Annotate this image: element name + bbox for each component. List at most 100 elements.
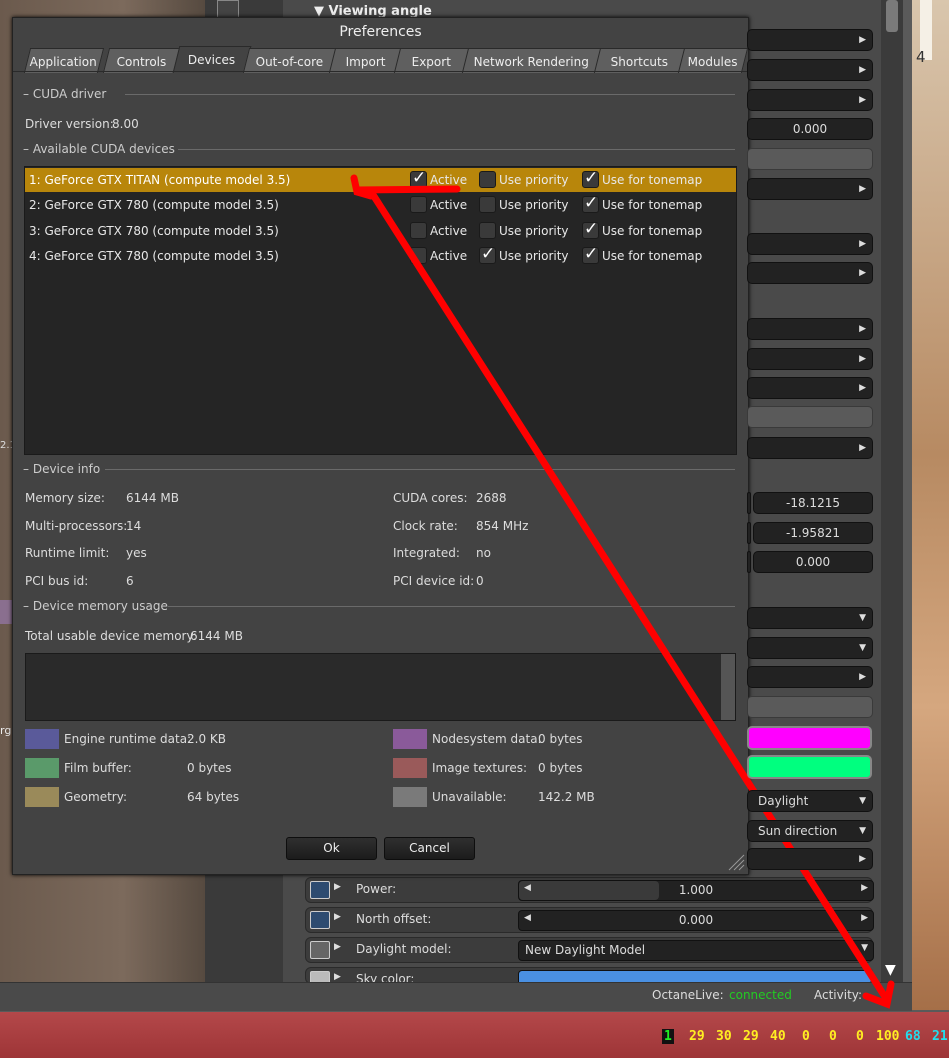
checkbox-active[interactable]: ✓	[410, 168, 427, 188]
dropdown-field[interactable]: ▼	[747, 637, 873, 659]
chevron-down-icon[interactable]: ▼	[861, 943, 868, 953]
slider-right-icon[interactable]: ▶	[861, 913, 868, 923]
checkbox-priority[interactable]	[479, 196, 496, 214]
dropdown-field[interactable]: Daylight ▼	[747, 790, 873, 812]
tab-export[interactable]: Export	[393, 48, 471, 73]
param-row-daylight-model[interactable]: ▶ Daylight model: New Daylight Model ▼	[305, 937, 874, 963]
numeric-field[interactable]: 0.000	[747, 118, 873, 140]
expand-arrow-icon[interactable]: ▶	[859, 30, 866, 50]
expand-icon[interactable]: ▶	[334, 912, 341, 922]
tab-network-rendering[interactable]: Network Rendering	[461, 48, 603, 73]
attribute-panel-scrollbar[interactable]: ▼	[881, 0, 903, 982]
checkbox-tonemap[interactable]: ✓	[582, 244, 599, 264]
chevron-down-icon[interactable]: ▼	[859, 821, 866, 841]
tray-indicator[interactable]: 30	[716, 1029, 732, 1044]
numeric-field-prefix[interactable]	[747, 492, 751, 514]
checkbox-tonemap[interactable]: ✓	[582, 219, 599, 239]
north-offset-slider[interactable]: ◀ 0.000 ▶	[518, 910, 874, 931]
device-row[interactable]: 1: GeForce GTX TITAN (compute model 3.5)…	[25, 168, 736, 192]
toolbar-icon[interactable]	[217, 0, 239, 18]
dropdown-field[interactable]: ▶	[747, 29, 873, 51]
dropdown-field[interactable]: ▶	[747, 89, 873, 111]
expand-icon[interactable]: ▶	[334, 972, 341, 982]
expand-icon[interactable]: ▶	[334, 942, 341, 952]
resize-grip-icon[interactable]	[725, 851, 745, 871]
expand-arrow-icon[interactable]: ▶	[859, 438, 866, 458]
dropdown-field[interactable]: ▶	[747, 437, 873, 459]
numeric-field-prefix[interactable]	[747, 551, 751, 573]
checkbox-tonemap[interactable]: ✓	[582, 193, 599, 214]
tab-import[interactable]: Import	[328, 48, 403, 73]
curve-icon[interactable]	[310, 911, 330, 929]
tray-indicator[interactable]: 29	[743, 1029, 759, 1044]
dropdown-field[interactable]: ▶	[747, 848, 873, 870]
tray-indicator[interactable]: 0	[802, 1029, 810, 1044]
tab-shortcuts[interactable]: Shortcuts	[593, 48, 687, 73]
color-swatch-green[interactable]	[747, 755, 872, 779]
dropdown-field[interactable]: ▼	[747, 607, 873, 629]
expand-arrow-icon[interactable]: ▶	[859, 234, 866, 254]
expand-arrow-icon[interactable]: ▶	[859, 179, 866, 199]
chevron-down-icon[interactable]: ▼	[859, 791, 866, 811]
dropdown-field[interactable]: ▶	[747, 233, 873, 255]
panel-button[interactable]	[747, 406, 873, 428]
checkbox-priority[interactable]: ✓	[479, 244, 496, 264]
checkbox-active[interactable]	[410, 221, 427, 239]
dropdown-field[interactable]: ▶	[747, 262, 873, 284]
panel-button[interactable]	[747, 148, 873, 170]
dropdown-field[interactable]: ▶	[747, 178, 873, 200]
expand-arrow-icon[interactable]: ▶	[859, 667, 866, 687]
tab-devices[interactable]: Devices	[172, 46, 252, 73]
expand-arrow-icon[interactable]: ▶	[859, 849, 866, 869]
dropdown-field[interactable]: ▶	[747, 377, 873, 399]
dropdown-field[interactable]: Sun direction ▼	[747, 820, 873, 842]
device-row[interactable]: 2: GeForce GTX 780 (compute model 3.5) Ac…	[25, 193, 736, 217]
expand-arrow-icon[interactable]: ▶	[859, 263, 866, 283]
expand-arrow-icon[interactable]: ▶	[859, 60, 866, 80]
power-slider[interactable]: ◀ 1.000 ▶	[518, 880, 874, 901]
checkbox-priority[interactable]	[479, 171, 496, 188]
checkbox-active[interactable]	[410, 246, 427, 264]
slider-right-icon[interactable]: ▶	[861, 883, 868, 893]
dropdown-field[interactable]: ▶	[747, 318, 873, 340]
checkbox-tonemap[interactable]: ✓	[582, 168, 599, 188]
tray-indicator[interactable]: 21	[932, 1029, 948, 1044]
dropdown-field[interactable]: ▶	[747, 666, 873, 688]
chevron-down-icon[interactable]: ▼	[859, 638, 866, 658]
dropdown-field[interactable]: ▶	[747, 348, 873, 370]
numeric-field[interactable]: 0.000	[753, 551, 873, 573]
tab-application[interactable]: Application	[23, 48, 105, 73]
panel-button[interactable]	[747, 696, 873, 718]
tray-indicator[interactable]: 29	[689, 1029, 705, 1044]
device-row[interactable]: 4: GeForce GTX 780 (compute model 3.5) Ac…	[25, 244, 736, 268]
expand-arrow-icon[interactable]: ▶	[859, 319, 866, 339]
tray-indicator[interactable]: 0	[829, 1029, 837, 1044]
numeric-field[interactable]: -1.95821	[753, 522, 873, 544]
daylight-model-dropdown[interactable]: New Daylight Model ▼	[518, 940, 874, 961]
tab-controls[interactable]: Controls	[102, 48, 182, 73]
scroll-down-icon[interactable]: ▼	[885, 962, 896, 978]
dropdown-field[interactable]: ▶	[747, 59, 873, 81]
tab-out-of-core[interactable]: Out-of-core	[242, 48, 338, 73]
expand-arrow-icon[interactable]: ▶	[859, 90, 866, 110]
cancel-button[interactable]: Cancel	[384, 837, 475, 860]
curve-icon[interactable]	[310, 881, 330, 899]
numeric-field-prefix[interactable]	[747, 522, 751, 544]
expand-icon[interactable]: ▶	[334, 882, 341, 892]
chevron-down-icon[interactable]: ▼	[859, 608, 866, 628]
color-swatch-magenta[interactable]	[747, 726, 872, 750]
expand-arrow-icon[interactable]: ▶	[859, 349, 866, 369]
expand-arrow-icon[interactable]: ▶	[859, 378, 866, 398]
checkbox-active[interactable]	[410, 196, 427, 214]
tray-indicator[interactable]: 40	[770, 1029, 786, 1044]
tray-indicator[interactable]: 1	[662, 1029, 674, 1044]
scrollbar-thumb[interactable]	[886, 0, 898, 32]
ok-button[interactable]: Ok	[286, 837, 377, 860]
tray-indicator[interactable]: 68	[905, 1029, 921, 1044]
numeric-field[interactable]: -18.1215	[753, 492, 873, 514]
device-row[interactable]: 3: GeForce GTX 780 (compute model 3.5) Ac…	[25, 219, 736, 243]
device-list[interactable]: 1: GeForce GTX TITAN (compute model 3.5)…	[24, 166, 737, 455]
checkbox-priority[interactable]	[479, 221, 496, 239]
tab-modules[interactable]: Modules	[677, 48, 749, 73]
memory-bar-scrollbar[interactable]	[721, 654, 735, 720]
